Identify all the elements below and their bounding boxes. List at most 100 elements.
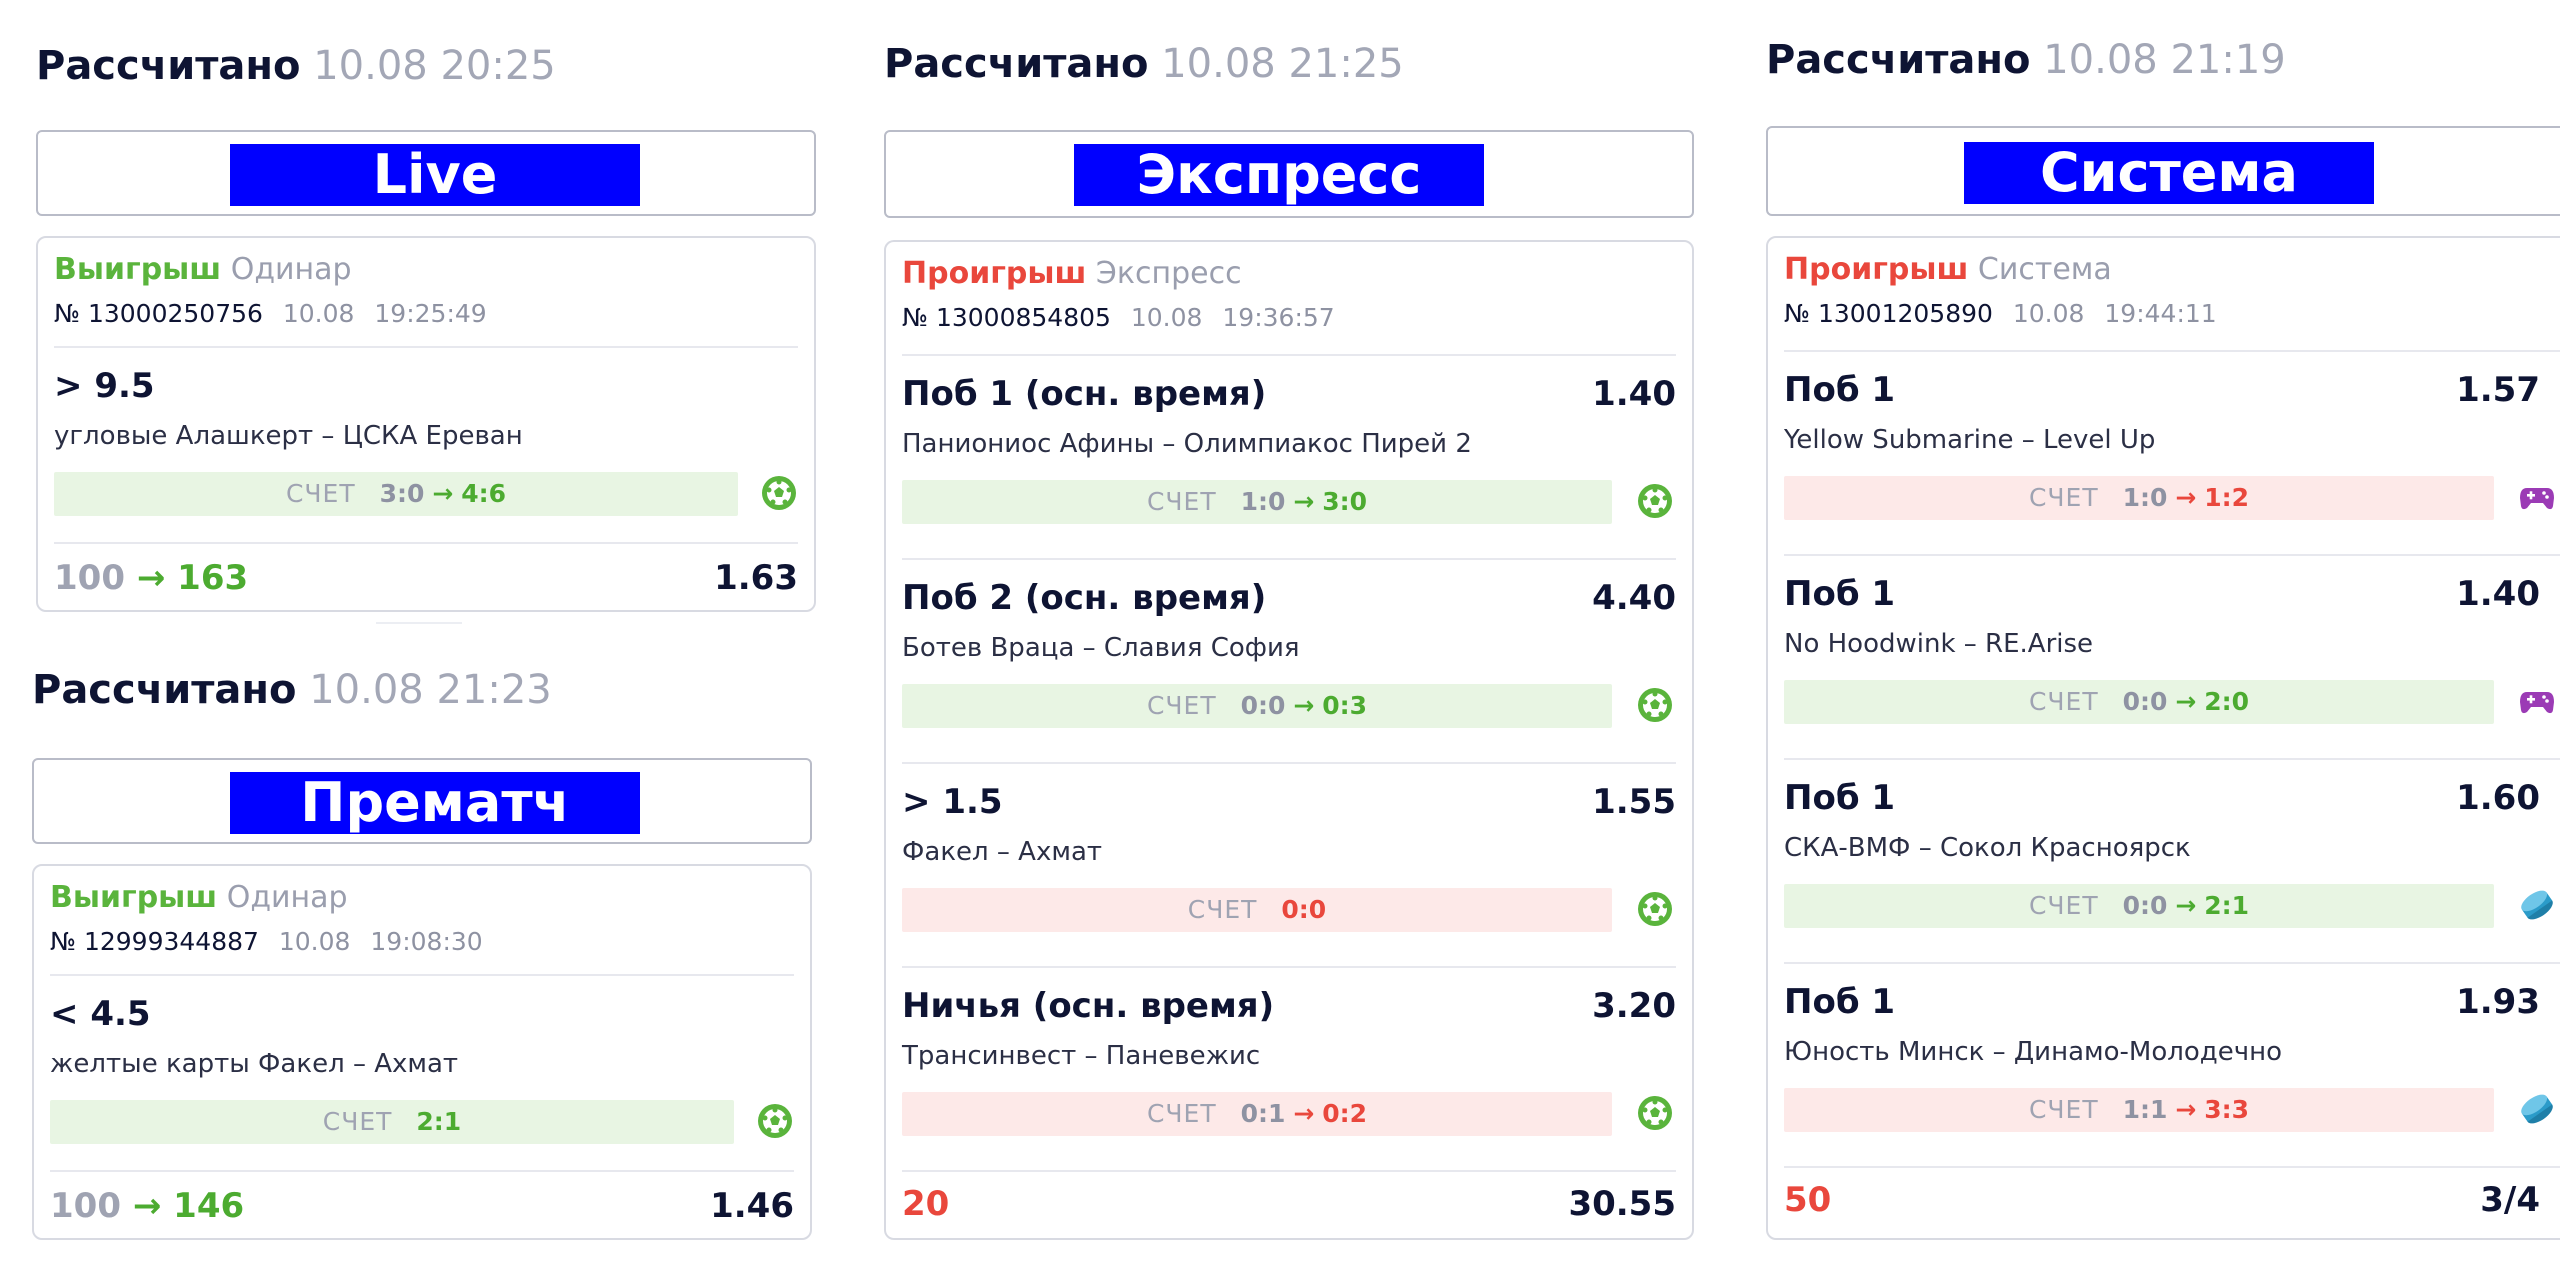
arrow-right-icon: → bbox=[1293, 1099, 1315, 1128]
bet-card[interactable]: Проигрыш Экспресс № 13000854805 10.08 19… bbox=[884, 240, 1694, 1240]
football-icon bbox=[1636, 686, 1674, 724]
event-pick: > 1.5 bbox=[902, 782, 1003, 822]
settled-datetime: 10.08 21:25 bbox=[1161, 41, 1404, 87]
bet-event: Поб 1 1.40 No Hoodwink – RE.Arise СЧЕТ 0… bbox=[1768, 556, 2560, 760]
bet-number: № 12999344887 bbox=[50, 927, 259, 956]
settled-header: Рассчитано 10.08 21:25 bbox=[884, 40, 1404, 88]
bet-status: Проигрыш bbox=[902, 256, 1087, 291]
score-to: 1:2 bbox=[2204, 483, 2250, 512]
gamepad-icon bbox=[2518, 478, 2556, 516]
football-icon bbox=[756, 1102, 794, 1140]
bet-time: 19:08:30 bbox=[370, 927, 483, 956]
event-teams: Юность Минск – Динамо-Молодечно bbox=[1784, 1037, 2283, 1067]
bet-id-line: № 13001205890 10.08 19:44:11 bbox=[1784, 298, 2217, 330]
prematch-column: Рассчитано 10.08 21:23 Прематч Выигрыш О… bbox=[32, 0, 812, 1262]
score-bar: СЧЕТ 0:1 → 0:2 bbox=[902, 1092, 1612, 1136]
event-odds: 1.93 bbox=[2456, 982, 2540, 1022]
event-pick: Поб 2 (осн. время) bbox=[902, 578, 1267, 618]
banner-box: Экспресс bbox=[884, 130, 1694, 218]
divider bbox=[902, 1170, 1676, 1172]
score-to: 0:2 bbox=[1322, 1099, 1368, 1128]
score-to: 2:0 bbox=[2204, 687, 2250, 716]
banner-box: Прематч bbox=[32, 758, 812, 844]
score-word: СЧЕТ bbox=[1146, 691, 1217, 720]
event-pick: Поб 1 (осн. время) bbox=[902, 374, 1267, 414]
score-word: СЧЕТ bbox=[1187, 895, 1258, 924]
bet-event: Поб 1 1.93 Юность Минск – Динамо-Молодеч… bbox=[1768, 964, 2560, 1168]
bet-type: Одинар bbox=[226, 880, 348, 915]
banner-box: Система bbox=[1766, 126, 2560, 216]
settled-label: Рассчитано bbox=[32, 667, 297, 713]
event-teams: Ботев Враца – Славия София bbox=[902, 633, 1300, 663]
settled-label: Рассчитано bbox=[884, 41, 1149, 87]
bet-time: 19:44:11 bbox=[2104, 299, 2217, 328]
express-column: Рассчитано 10.08 21:25 Экспресс Проигрыш… bbox=[884, 0, 1694, 1262]
bet-event: Поб 1 (осн. время) 1.40 Паниониос Афины … bbox=[886, 356, 1692, 560]
score-bar: СЧЕТ 0:0 → 2:0 bbox=[1784, 680, 2494, 724]
score-bar: СЧЕТ 1:0 → 1:2 bbox=[1784, 476, 2494, 520]
bet-status-line: Выигрыш Одинар bbox=[50, 878, 348, 918]
event-teams: Факел – Ахмат bbox=[902, 837, 1103, 867]
bet-type: Экспресс bbox=[1095, 256, 1242, 291]
arrow-right-icon: → bbox=[2175, 1095, 2197, 1124]
hockey-puck-icon bbox=[2518, 1090, 2556, 1128]
score-bar: СЧЕТ 0:0 → 0:3 bbox=[902, 684, 1612, 728]
score-bar: СЧЕТ 0:0 bbox=[902, 888, 1612, 932]
bet-date: 10.08 bbox=[1130, 303, 1203, 332]
event-teams: No Hoodwink – RE.Arise bbox=[1784, 629, 2094, 659]
section-banner: Прематч bbox=[230, 772, 640, 834]
bet-status-line: Проигрыш Система bbox=[1784, 250, 2112, 290]
score-from: 0:1 bbox=[1240, 1099, 1286, 1128]
event-pick: Поб 1 bbox=[1784, 982, 1896, 1022]
score-to: 0:3 bbox=[1322, 691, 1368, 720]
event-pick: Поб 1 bbox=[1784, 574, 1896, 614]
event-pick: Ничья (осн. время) bbox=[902, 986, 1275, 1026]
bet-status-line: Проигрыш Экспресс bbox=[902, 254, 1242, 294]
event-odds: 1.40 bbox=[1592, 374, 1676, 414]
event-odds: 1.60 bbox=[2456, 778, 2540, 818]
settled-datetime: 10.08 21:23 bbox=[309, 667, 552, 713]
stake-line: 20 bbox=[902, 1182, 949, 1226]
bet-event: Ничья (осн. время) 3.20 Трансинвест – Па… bbox=[886, 968, 1692, 1172]
arrow-right-icon: → bbox=[1293, 487, 1315, 516]
settled-label: Рассчитано bbox=[1766, 37, 2031, 83]
total-odds: 3/4 bbox=[2480, 1180, 2540, 1220]
score-word: СЧЕТ bbox=[322, 1107, 393, 1136]
bet-event: < 4.5 желтые карты Факел – Ахмат СЧЕТ 2:… bbox=[34, 976, 810, 1180]
score-to: 2:1 bbox=[2204, 891, 2250, 920]
event-teams: Трансинвест – Паневежис bbox=[902, 1041, 1261, 1071]
stake-amount: 50 bbox=[1784, 1180, 1832, 1220]
score-to: 3:3 bbox=[2204, 1095, 2250, 1124]
bet-id-line: № 13000854805 10.08 19:36:57 bbox=[902, 302, 1335, 334]
score-bar: СЧЕТ 1:0 → 3:0 bbox=[902, 480, 1612, 524]
event-odds: 3.20 bbox=[1592, 986, 1676, 1026]
event-teams: желтые карты Факел – Ахмат bbox=[50, 1049, 459, 1079]
score-from: 1:0 bbox=[2122, 483, 2168, 512]
score-to: 0:0 bbox=[1281, 895, 1327, 924]
bet-event: Поб 1 1.60 СКА-ВМФ – Сокол Красноярск СЧ… bbox=[1768, 760, 2560, 964]
stake-amount: 20 bbox=[902, 1184, 950, 1224]
arrow-right-icon: → bbox=[2175, 891, 2197, 920]
score-from: 1:0 bbox=[1240, 487, 1286, 516]
stake-line: 50 bbox=[1784, 1178, 1831, 1222]
score-word: СЧЕТ bbox=[1146, 487, 1217, 516]
system-column: Рассчитано 10.08 21:19 Система Проигрыш … bbox=[1766, 0, 2560, 1262]
bet-time: 19:36:57 bbox=[1222, 303, 1335, 332]
event-odds: 4.40 bbox=[1592, 578, 1676, 618]
stake-amount: 100 bbox=[50, 1186, 121, 1226]
arrow-right-icon: → bbox=[1293, 691, 1315, 720]
score-word: СЧЕТ bbox=[2028, 687, 2099, 716]
score-bar: СЧЕТ 1:1 → 3:3 bbox=[1784, 1088, 2494, 1132]
bet-type: Система bbox=[1977, 252, 2112, 287]
bet-status: Выигрыш bbox=[50, 880, 218, 915]
bet-date: 10.08 bbox=[2012, 299, 2085, 328]
bet-card[interactable]: Проигрыш Система № 13001205890 10.08 19:… bbox=[1766, 236, 2560, 1240]
hockey-puck-icon bbox=[2518, 886, 2556, 924]
gamepad-icon bbox=[2518, 682, 2556, 720]
bet-card[interactable]: Выигрыш Одинар № 12999344887 10.08 19:08… bbox=[32, 864, 812, 1240]
bet-date: 10.08 bbox=[278, 927, 351, 956]
settled-datetime: 10.08 21:19 bbox=[2043, 37, 2286, 83]
event-odds: 1.55 bbox=[1592, 782, 1676, 822]
score-from: 0:0 bbox=[2122, 891, 2168, 920]
score-word: СЧЕТ bbox=[1146, 1099, 1217, 1128]
